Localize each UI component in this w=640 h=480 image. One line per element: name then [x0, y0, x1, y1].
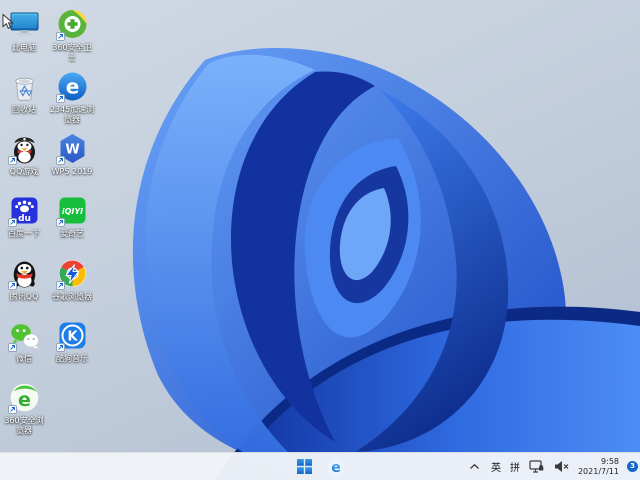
360-safe-icon: [55, 8, 89, 41]
shortcut-arrow-icon: [7, 156, 17, 165]
recycle-bin-icon: [8, 70, 41, 103]
clock-time: 9:58: [601, 457, 619, 466]
svg-text:W: W: [65, 143, 79, 158]
shortcut-arrow-icon: [55, 218, 65, 227]
qq-games-icon: [7, 132, 41, 165]
svg-text:e: e: [331, 460, 341, 476]
icon-label: QQ游戏: [9, 167, 39, 176]
desktop-icon-recycle-bin[interactable]: 回收站: [1, 70, 47, 115]
shortcut-arrow-icon: [55, 343, 65, 352]
icon-label: 回收站: [12, 105, 36, 114]
browser-e-icon: e: [327, 457, 345, 476]
ime-english-indicator[interactable]: 英: [490, 459, 502, 474]
shortcut-arrow-icon: [55, 94, 65, 103]
ime-pinyin-indicator[interactable]: 拼: [509, 459, 521, 474]
desktop-icon-wechat[interactable]: 微信: [1, 319, 47, 364]
desktop-icon-wps-2019[interactable]: W WPS 2019: [49, 132, 95, 177]
desktop-icon-baidu[interactable]: du 百度一下: [1, 194, 47, 239]
icon-label: 2345加速浏览器: [49, 105, 95, 124]
svg-text:e: e: [65, 75, 79, 99]
2345-browser-icon: e: [55, 70, 89, 103]
start-button[interactable]: [292, 455, 316, 479]
clock-date: 2021/7/11: [577, 466, 619, 476]
svg-text:du: du: [18, 214, 31, 224]
start-icon: [296, 459, 312, 474]
wechat-icon: [7, 319, 41, 352]
network-ethernet-icon: [529, 459, 544, 473]
icon-label: WPS 2019: [51, 167, 93, 176]
iqiyi-icon: iQIYI: [55, 194, 89, 227]
shortcut-arrow-icon: [7, 281, 17, 290]
desktop-icon-360-safe[interactable]: 360安全卫士: [49, 8, 95, 63]
browser-e-button[interactable]: e: [324, 455, 348, 479]
baidu-icon: du: [7, 194, 41, 227]
mouse-cursor: [2, 14, 14, 29]
show-hidden-icons-button[interactable]: [467, 455, 483, 479]
desktop-icon-2345-browser[interactable]: e 2345加速浏览器: [49, 70, 95, 125]
icon-label: 酷狗音乐: [56, 354, 88, 363]
icon-label: 微信: [16, 354, 32, 363]
desktop-icon-360-browser[interactable]: e 360安全浏览器: [1, 381, 47, 436]
icon-label: 谷歌浏览器: [52, 292, 92, 301]
svg-text:K: K: [67, 330, 78, 345]
icon-label: 360安全浏览器: [4, 416, 44, 435]
wallpaper-bloom: [0, 0, 640, 480]
desktop-icon-iqiyi[interactable]: iQIYI 爱奇艺: [49, 194, 95, 239]
notification-badge[interactable]: 3: [627, 461, 638, 472]
360-browser-icon: e: [7, 381, 41, 414]
icon-label: 此电脑: [12, 43, 36, 52]
chrome-icon: [55, 257, 89, 290]
desktop-icon-chrome[interactable]: 谷歌浏览器: [49, 257, 95, 302]
shortcut-arrow-icon: [7, 405, 17, 414]
icon-label: 腾讯QQ: [9, 292, 39, 301]
desktop: 此电脑 360安全卫士 回收站 e 2345加速浏览器 QQ游戏 W WPS 2…: [0, 0, 640, 480]
svg-text:iQIYI: iQIYI: [61, 207, 82, 216]
kugou-music-icon: K: [55, 319, 89, 352]
desktop-icon-tencent-qq[interactable]: 腾讯QQ: [1, 257, 47, 302]
tencent-qq-icon: [7, 257, 41, 290]
volume-button[interactable]: [553, 455, 571, 479]
icon-label: 爱奇艺: [60, 229, 84, 238]
desktop-icon-qq-games[interactable]: QQ游戏: [1, 132, 47, 177]
taskbar-clock[interactable]: 9:58 2021/7/11: [578, 457, 619, 476]
shortcut-arrow-icon: [55, 32, 65, 41]
shortcut-arrow-icon: [55, 156, 65, 165]
shortcut-arrow-icon: [7, 218, 17, 227]
taskbar: e 英 拼 9:58 2021/7/11 3: [0, 452, 640, 480]
volume-muted-icon: [555, 461, 569, 472]
network-button[interactable]: [528, 455, 546, 479]
taskbar-tray: 英 拼 9:58 2021/7/11 3: [467, 453, 638, 480]
wps-2019-icon: W: [55, 132, 89, 165]
icon-label: 百度一下: [8, 229, 40, 238]
icon-label: 360安全卫士: [52, 43, 92, 62]
taskbar-center: e: [292, 453, 348, 480]
desktop-icon-kugou-music[interactable]: K 酷狗音乐: [49, 319, 95, 364]
svg-text:e: e: [18, 389, 31, 411]
shortcut-arrow-icon: [7, 343, 17, 352]
shortcut-arrow-icon: [55, 281, 65, 290]
chevron-up-icon: [470, 463, 480, 469]
